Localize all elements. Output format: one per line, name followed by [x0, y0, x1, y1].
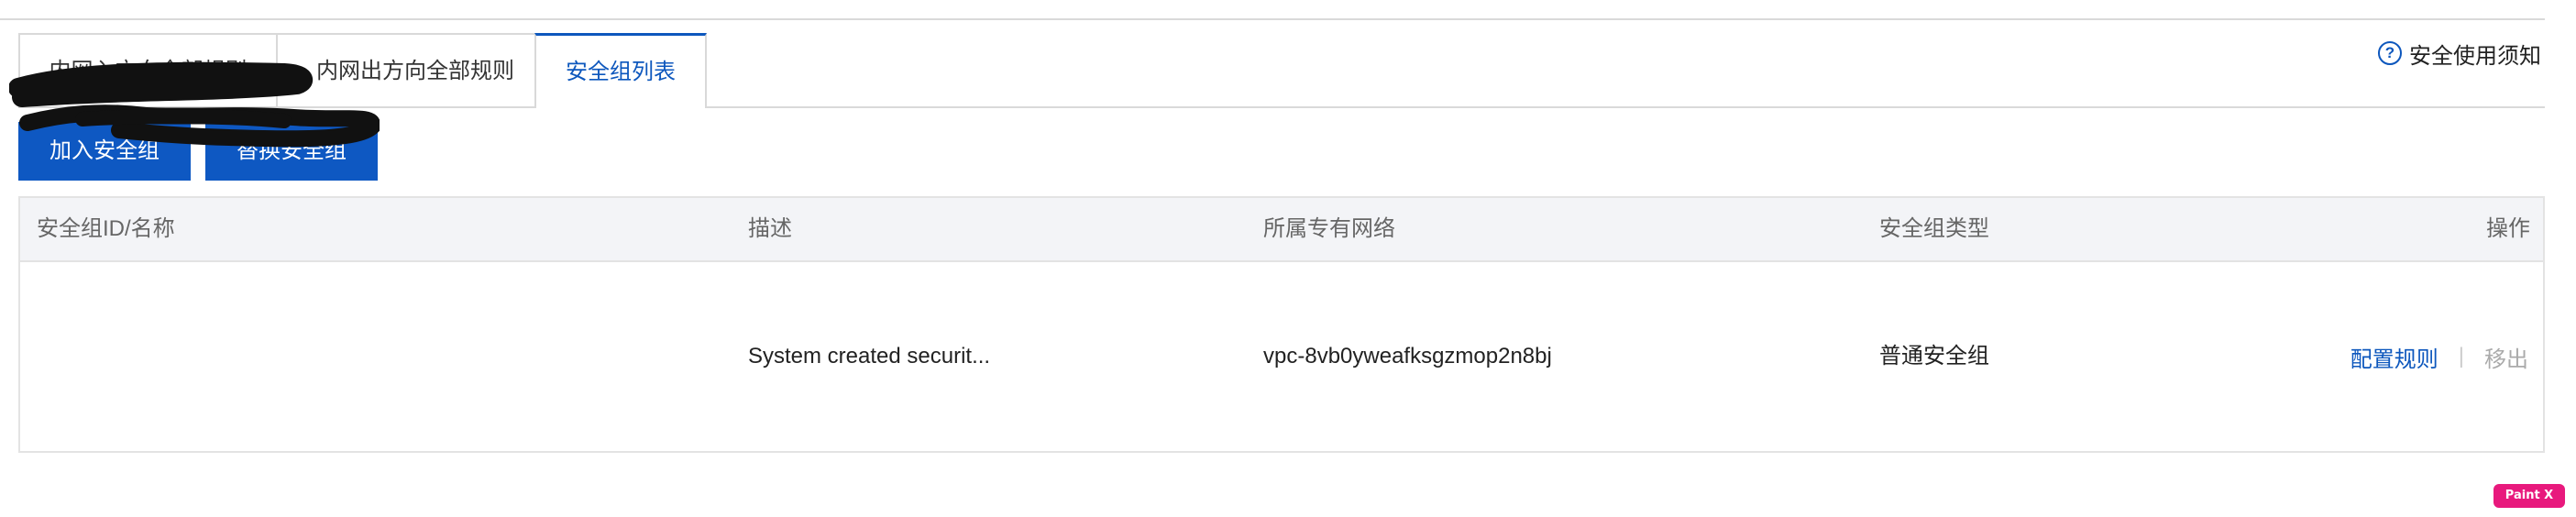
column-header-id-name: 安全组ID/名称	[37, 216, 175, 241]
watermark-badge: Paint X lite	[2493, 484, 2565, 517]
column-header-vpc: 所属专有网络	[1263, 216, 1395, 241]
column-header-description: 描述	[748, 216, 792, 241]
table-header: 安全组ID/名称 描述 所属专有网络 安全组类型 操作	[20, 198, 2543, 262]
remove-link[interactable]: 移出	[2484, 341, 2528, 373]
security-group-page: 内网入方向全部规则 内网出方向全部规则 安全组列表 ? 安全使用须知 加入安全组…	[0, 0, 2576, 517]
question-circle-icon: ?	[2378, 41, 2402, 65]
tab-bar: 内网入方向全部规则 内网出方向全部规则 安全组列表	[18, 33, 2545, 108]
top-divider	[0, 18, 2545, 20]
security-group-table: 安全组ID/名称 描述 所属专有网络 安全组类型 操作 System creat…	[18, 196, 2545, 453]
security-notice-link[interactable]: ? 安全使用须知	[2378, 37, 2541, 70]
column-header-actions: 操作	[2486, 216, 2530, 241]
table-row: System created securit... vpc-8vb0yweafk…	[20, 262, 2543, 451]
column-header-type: 安全组类型	[1879, 216, 1989, 241]
security-notice-label: 安全使用须知	[2409, 43, 2541, 69]
cell-type: 普通安全组	[1879, 344, 1989, 368]
action-separator: |	[2458, 344, 2464, 368]
configure-rules-link[interactable]: 配置规则	[2350, 341, 2438, 373]
cell-description: System created securit...	[748, 344, 991, 368]
redaction-scribble	[9, 61, 380, 148]
cell-vpc: vpc-8vb0yweafksgzmop2n8bj	[1263, 344, 1552, 368]
tabs-baseline	[18, 106, 2545, 108]
cell-id-name: ...yovdnqrcm ...	[9, 61, 380, 148]
cell-actions: 配置规则 | 移出	[2350, 262, 2528, 451]
tab-security-group-list[interactable]: 安全组列表	[534, 33, 707, 108]
